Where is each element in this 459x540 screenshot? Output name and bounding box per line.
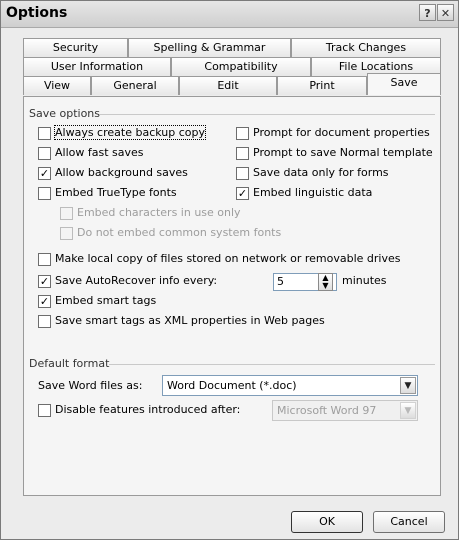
tab-row-3: View General Edit Print Save — [23, 73, 441, 95]
label-embed-chars-in-use: Embed characters in use only — [77, 206, 241, 219]
label-backup-copy: Always create backup copy — [54, 125, 206, 140]
checkbox-save-forms-data[interactable] — [236, 167, 249, 180]
group-divider — [109, 364, 435, 365]
disable-features-select[interactable]: Microsoft Word 97 ▼ — [272, 400, 418, 421]
tab-edit[interactable]: Edit — [179, 76, 277, 95]
checkbox-local-copy[interactable] — [38, 253, 51, 266]
label-prompt-properties: Prompt for document properties — [253, 126, 430, 139]
chevron-down-icon[interactable]: ▼ — [400, 377, 416, 394]
close-icon[interactable]: ✕ — [437, 4, 454, 21]
tab-compatibility[interactable]: Compatibility — [171, 57, 311, 76]
label-save-word-files-as: Save Word files as: — [38, 379, 143, 392]
label-embed-linguistic: Embed linguistic data — [253, 186, 373, 199]
checkbox-embed-chars-in-use[interactable] — [60, 207, 73, 220]
label-background-saves: Allow background saves — [55, 166, 188, 179]
save-format-value: Word Document (*.doc) — [167, 379, 297, 392]
autorecover-spinner[interactable]: ▲ ▼ — [318, 273, 333, 291]
checkbox-embed-linguistic[interactable]: ✓ — [236, 187, 249, 200]
tab-view[interactable]: View — [23, 76, 91, 95]
checkbox-fast-saves[interactable] — [38, 147, 51, 160]
tab-save[interactable]: Save — [367, 73, 441, 95]
tab-row-1: Security Spelling & Grammar Track Change… — [23, 38, 441, 57]
tab-security[interactable]: Security — [23, 38, 128, 57]
checkbox-smart-tags-xml[interactable] — [38, 315, 51, 328]
label-no-embed-system-fonts: Do not embed common system fonts — [77, 226, 282, 239]
save-tab-panel: Save options Always create backup copy A… — [23, 96, 441, 496]
checkbox-prompt-properties[interactable] — [236, 127, 249, 140]
tab-user-information[interactable]: User Information — [23, 57, 171, 76]
tab-track-changes[interactable]: Track Changes — [291, 38, 441, 57]
options-dialog: Options ? ✕ Security Spelling & Grammar … — [0, 0, 459, 540]
checkbox-no-embed-system-fonts[interactable] — [60, 227, 73, 240]
checkbox-disable-features[interactable] — [38, 404, 51, 417]
label-autorecover: Save AutoRecover info every: — [55, 274, 218, 287]
tab-spelling-grammar[interactable]: Spelling & Grammar — [128, 38, 291, 57]
label-minutes: minutes — [342, 274, 387, 287]
save-format-select[interactable]: Word Document (*.doc) ▼ — [162, 375, 418, 396]
disable-features-value: Microsoft Word 97 — [277, 404, 377, 417]
spin-down-icon[interactable]: ▼ — [319, 282, 332, 290]
default-format-group-label: Default format — [29, 357, 110, 370]
dialog-title: Options — [6, 5, 68, 21]
tab-general[interactable]: General — [91, 76, 179, 95]
help-icon[interactable]: ? — [419, 4, 436, 21]
tab-print[interactable]: Print — [277, 76, 367, 95]
checkbox-prompt-normal-template[interactable] — [236, 147, 249, 160]
save-options-group-label: Save options — [29, 107, 101, 120]
label-local-copy: Make local copy of files stored on netwo… — [55, 252, 401, 265]
label-embed-smart-tags: Embed smart tags — [55, 294, 157, 307]
label-embed-truetype: Embed TrueType fonts — [55, 186, 177, 199]
checkbox-backup-copy[interactable] — [38, 127, 51, 140]
checkbox-embed-truetype[interactable] — [38, 187, 51, 200]
group-divider — [99, 114, 435, 115]
label-fast-saves: Allow fast saves — [55, 146, 144, 159]
label-prompt-normal-template: Prompt to save Normal template — [253, 146, 433, 159]
chevron-down-icon[interactable]: ▼ — [400, 402, 416, 419]
checkbox-background-saves[interactable]: ✓ — [38, 167, 51, 180]
title-bar[interactable]: Options ? ✕ — [1, 1, 458, 28]
checkbox-embed-smart-tags[interactable]: ✓ — [38, 295, 51, 308]
ok-button[interactable]: OK — [291, 511, 363, 533]
checkbox-autorecover[interactable]: ✓ — [38, 275, 51, 288]
cancel-button[interactable]: Cancel — [373, 511, 445, 533]
label-disable-features: Disable features introduced after: — [55, 403, 241, 416]
label-save-forms-data: Save data only for forms — [253, 166, 389, 179]
label-smart-tags-xml: Save smart tags as XML properties in Web… — [55, 314, 325, 327]
